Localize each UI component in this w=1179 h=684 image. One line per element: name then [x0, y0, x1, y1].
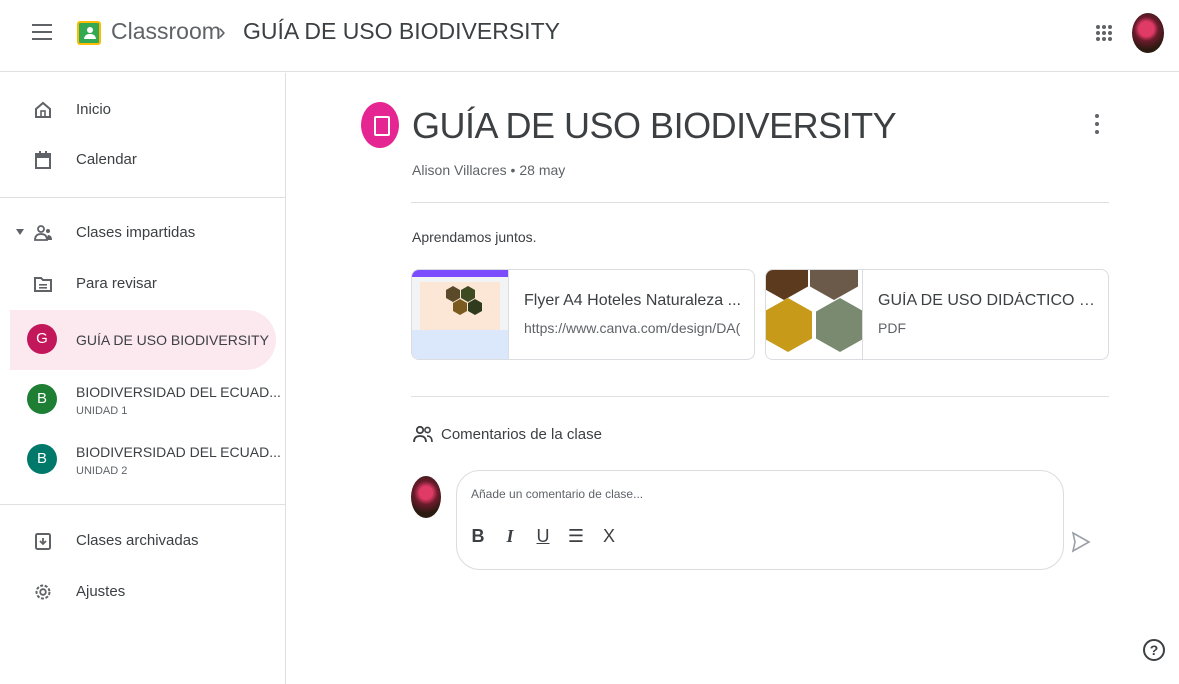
account-avatar[interactable] [1132, 13, 1164, 53]
comment-input[interactable] [471, 487, 1031, 501]
comments-heading: Comentarios de la clase [441, 426, 602, 443]
help-icon[interactable]: ? [1143, 639, 1165, 661]
sidebar-divider [0, 504, 285, 505]
material-post-icon [361, 102, 399, 148]
class-item-biodiversidad-unidad-1[interactable]: B BIODIVERSIDAD DEL ECUAD... UNIDAD 1 [10, 370, 281, 430]
breadcrumb-app[interactable]: Classroom [111, 18, 221, 45]
class-avatar: B [27, 444, 57, 474]
class-item-guia-biodiversity[interactable]: G GUÍA DE USO BIODIVERSITY [10, 310, 276, 370]
divider [411, 202, 1109, 203]
sidebar-item-inicio[interactable]: Inicio [0, 85, 276, 135]
sidebar-item-calendar[interactable]: Calendar [0, 135, 276, 185]
sidebar-section-clases-impartidas[interactable]: Clases impartidas [0, 208, 276, 258]
class-name: GUÍA DE USO BIODIVERSITY [76, 332, 269, 348]
breadcrumb-class: GUÍA DE USO BIODIVERSITY [243, 18, 560, 44]
attachment-subtitle: https://www.canva.com/design/DA( [524, 320, 741, 336]
attachment-card-pdf[interactable]: GUÍA DE USO DIDÁCTICO BI... PDF [765, 269, 1109, 360]
attachment-thumbnail [766, 270, 863, 359]
sidebar-item-para-revisar[interactable]: Para revisar [0, 259, 276, 309]
caret-down-icon[interactable] [16, 229, 24, 235]
folder-icon [34, 277, 52, 292]
class-section: UNIDAD 1 [76, 405, 128, 417]
attachment-title: Flyer A4 Hoteles Naturaleza ... [524, 292, 741, 309]
class-name: BIODIVERSIDAD DEL ECUAD... [76, 444, 281, 460]
people-icon [413, 425, 433, 443]
apps-grid-icon[interactable] [1096, 25, 1112, 41]
class-section: UNIDAD 2 [76, 465, 128, 477]
clear-formatting-button[interactable]: X [600, 526, 618, 550]
sidebar-item-label: Calendar [76, 151, 137, 168]
attachment-subtitle: PDF [878, 320, 906, 336]
classroom-logo-icon[interactable] [77, 21, 101, 45]
menu-icon[interactable] [32, 24, 52, 42]
class-avatar: G [27, 324, 57, 354]
avatar [411, 476, 441, 518]
comment-composer[interactable]: B I U ☰ X [456, 470, 1064, 570]
sidebar-item-ajustes[interactable]: Ajustes [0, 567, 276, 617]
post-meta: Alison Villacres • 28 may [412, 162, 566, 178]
sidebar-item-label: Clases archivadas [76, 532, 199, 549]
send-icon[interactable] [1071, 531, 1091, 553]
bulleted-list-button[interactable]: ☰ [566, 526, 586, 550]
sidebar-item-label: Ajustes [76, 583, 126, 600]
class-avatar: B [27, 384, 57, 414]
archive-icon [35, 533, 51, 550]
sidebar-item-clases-archivadas[interactable]: Clases archivadas [0, 516, 276, 566]
sidebar-item-label: Inicio [76, 101, 112, 118]
attachment-card-canva[interactable]: Flyer A4 Hoteles Naturaleza ... https://… [411, 269, 755, 360]
attachment-thumbnail [412, 270, 509, 359]
italic-button[interactable]: I [503, 526, 517, 550]
people-icon [34, 225, 52, 241]
class-item-biodiversidad-unidad-2[interactable]: B BIODIVERSIDAD DEL ECUAD... UNIDAD 2 [10, 430, 281, 490]
post-description: Aprendamos juntos. [412, 229, 537, 245]
breadcrumb-separator: › [218, 18, 226, 44]
page-title: GUÍA DE USO BIODIVERSITY [412, 105, 897, 146]
sidebar-item-label: Para revisar [76, 275, 157, 292]
underline-button[interactable]: U [535, 526, 551, 550]
top-app-bar: Classroom › GUÍA DE USO BIODIVERSITY [0, 0, 1179, 72]
sidebar-item-label: Clases impartidas [76, 224, 196, 241]
class-name: BIODIVERSIDAD DEL ECUAD... [76, 384, 281, 400]
more-vert-icon[interactable] [1090, 114, 1104, 138]
sidebar: Inicio Calendar Clases impartidas Para r… [0, 73, 286, 684]
home-icon [35, 101, 51, 118]
attachment-title: GUÍA DE USO DIDÁCTICO BI... [878, 292, 1096, 309]
divider [411, 396, 1109, 397]
calendar-icon [35, 151, 51, 169]
sidebar-divider [0, 197, 285, 198]
bold-button[interactable]: B [471, 526, 485, 550]
settings-gear-icon [35, 584, 51, 600]
